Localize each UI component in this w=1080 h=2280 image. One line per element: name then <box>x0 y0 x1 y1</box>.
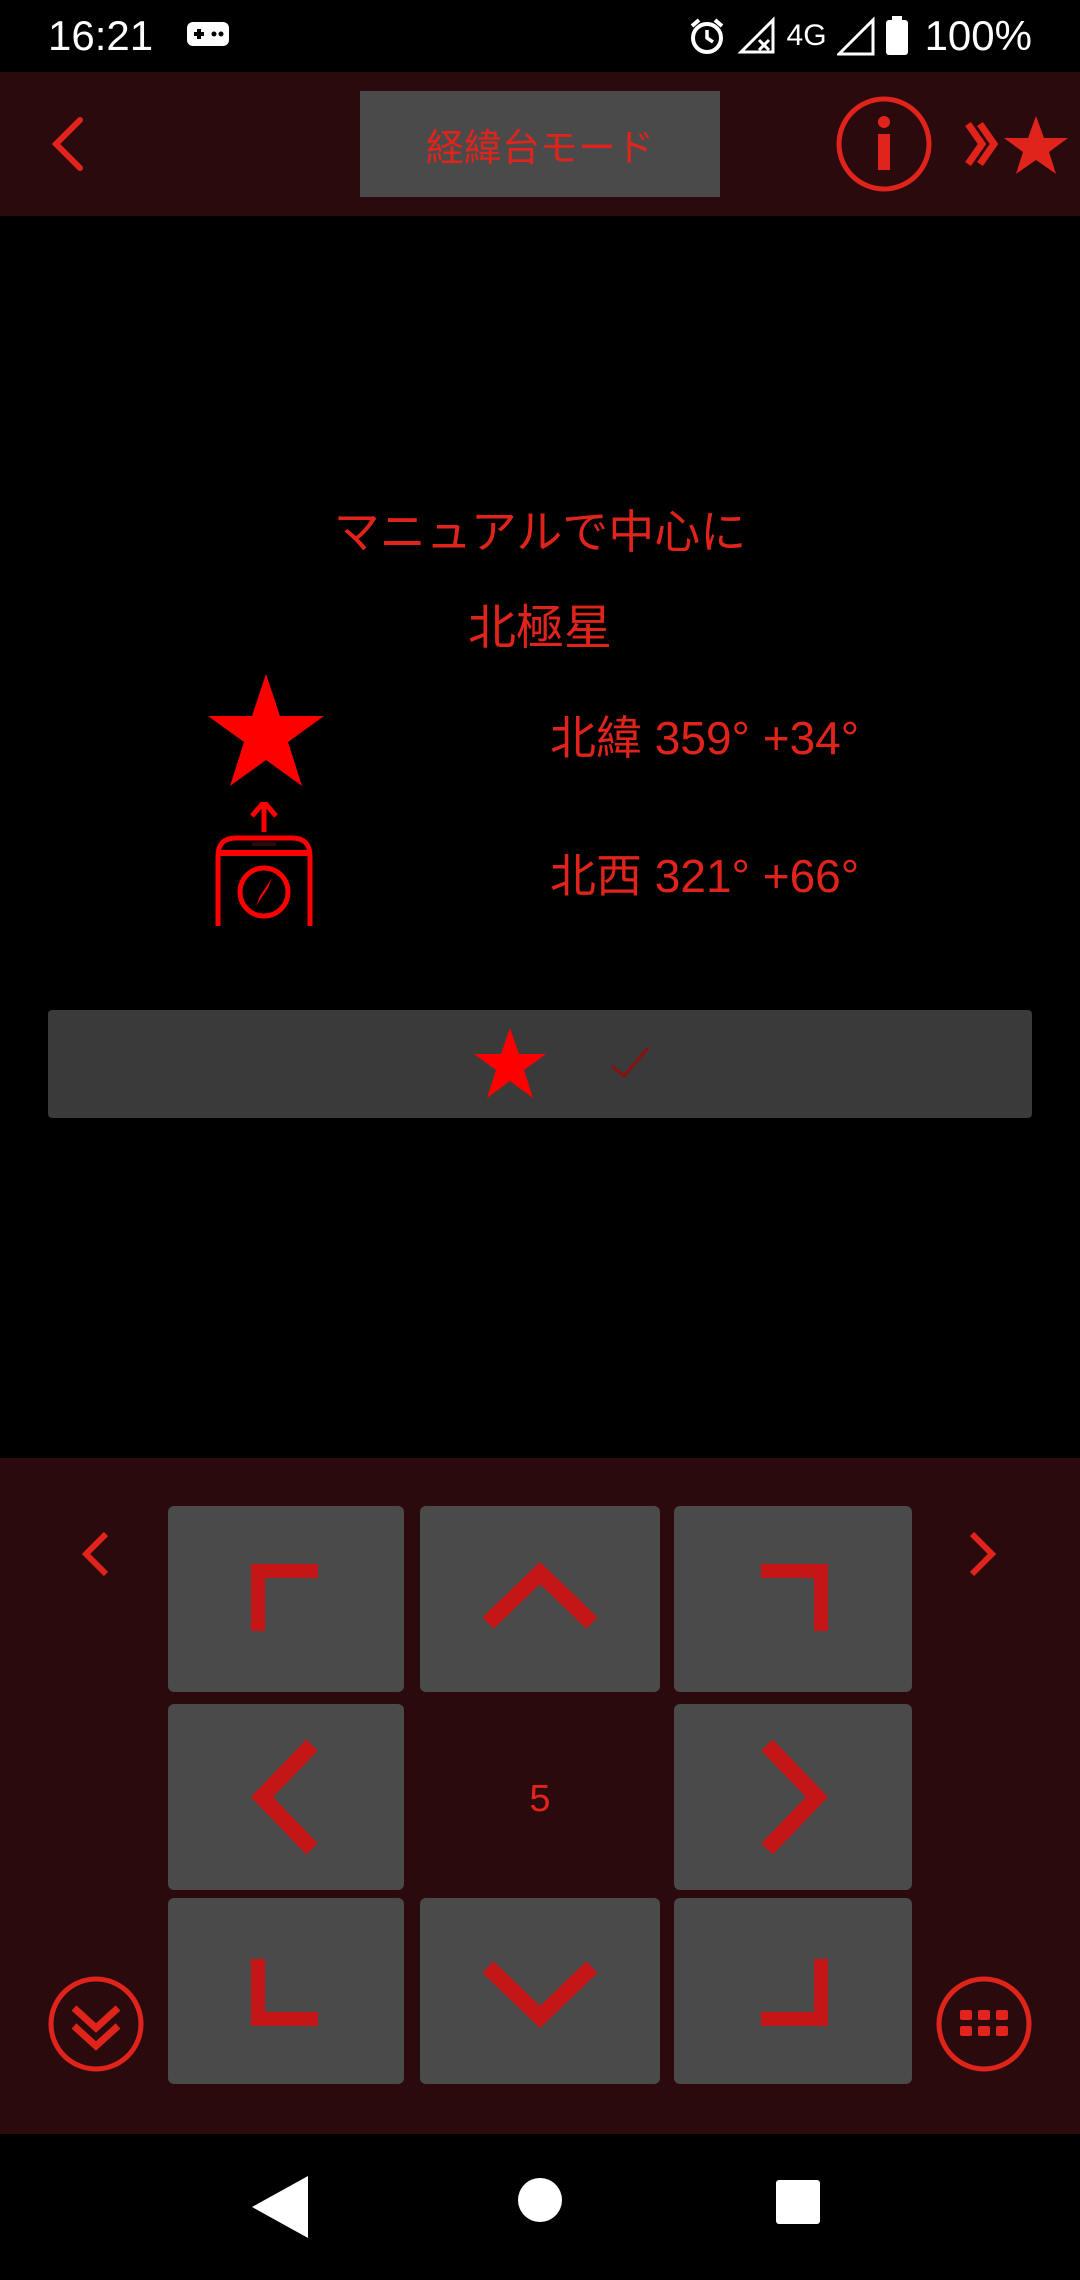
move-left-button[interactable] <box>168 1704 404 1890</box>
back-arrow-icon[interactable] <box>34 108 106 180</box>
move-up-left-button[interactable] <box>168 1506 404 1692</box>
chevron-left-icon[interactable] <box>72 1524 120 1584</box>
system-nav-bar <box>0 2134 1080 2280</box>
info-icon[interactable] <box>834 94 934 194</box>
corner-up-left-icon <box>251 1564 318 1631</box>
chevron-left-icon <box>250 1739 318 1855</box>
nav-home-icon[interactable] <box>516 2176 564 2224</box>
corner-down-left-icon <box>251 1959 318 2026</box>
next-star-icon[interactable] <box>964 108 1072 180</box>
nav-recents-icon[interactable] <box>774 2178 822 2226</box>
alarm-icon <box>690 18 723 54</box>
move-down-button[interactable] <box>420 1898 660 2084</box>
collapse-down-icon[interactable] <box>46 1974 146 2074</box>
main-content: マニュアルで中心に 北極星 北緯 359° +34° 北西 321° +66° <box>0 216 1080 1458</box>
nav-back-icon[interactable] <box>250 2174 310 2240</box>
instruction-text: マニュアルで中心に <box>333 505 747 559</box>
chevron-right-icon[interactable] <box>958 1524 1006 1584</box>
gamepad-icon <box>187 22 229 46</box>
corner-up-right-icon <box>761 1564 828 1631</box>
move-down-left-button[interactable] <box>168 1898 404 2084</box>
control-pad-panel: 5 <box>0 1458 1080 2134</box>
battery-level: 100% <box>924 12 1032 59</box>
status-right: 4G 100% <box>687 10 1032 62</box>
move-down-right-button[interactable] <box>674 1898 912 2084</box>
signal-icon <box>836 16 875 56</box>
network-type: 4G <box>786 19 827 52</box>
move-up-right-button[interactable] <box>674 1506 912 1692</box>
keypad-icon[interactable] <box>934 1974 1034 2074</box>
status-time: 16:21 <box>48 12 154 59</box>
step-size-label[interactable]: 5 <box>420 1706 660 1892</box>
target-name: 北極星 <box>467 600 612 656</box>
status-bar: 16:21 4G 100% <box>0 0 1080 72</box>
chevron-up-icon <box>482 1561 598 1629</box>
phone-compass-icon <box>215 802 313 926</box>
corner-down-right-icon <box>761 1959 828 2026</box>
star-coordinates: 北緯 359° +34° <box>550 712 860 764</box>
star-icon <box>208 674 324 786</box>
star-icon <box>474 1028 546 1098</box>
battery-icon <box>885 16 908 55</box>
chevron-right-icon <box>761 1739 829 1855</box>
app-toolbar: 経緯台モード <box>0 72 1080 216</box>
phone-coordinates: 北西 321° +66° <box>550 850 860 902</box>
no-signal-icon <box>736 16 775 54</box>
move-up-button[interactable] <box>420 1506 660 1692</box>
move-right-button[interactable] <box>674 1704 912 1890</box>
center-confirm-button[interactable] <box>48 1010 1032 1118</box>
chevron-down-icon <box>482 1961 598 2029</box>
mode-button[interactable]: 経緯台モード <box>360 91 720 197</box>
check-icon <box>611 1047 650 1079</box>
